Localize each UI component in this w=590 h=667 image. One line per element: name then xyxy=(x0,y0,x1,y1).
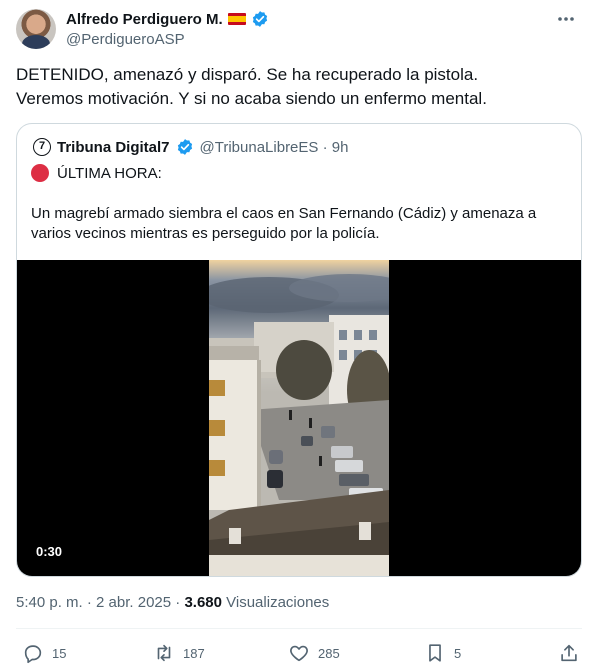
quoted-headline: ÚLTIMA HORA: xyxy=(57,164,162,182)
views-label: Visualizaciones xyxy=(221,594,330,611)
reply-icon xyxy=(24,645,42,664)
quoted-text-line: Un magrebí armado siembra el caos en San… xyxy=(31,205,537,222)
quoted-author-name: Tribuna Digital7 xyxy=(57,138,170,156)
quoted-tweet[interactable]: 7 Tribuna Digital7 @TribunaLibreES · 9h … xyxy=(16,123,582,577)
tweet: Alfredo Perdiguero M. @PerdigueroASP DET… xyxy=(0,0,590,667)
quoted-author-avatar: 7 xyxy=(33,138,51,156)
video-frame xyxy=(209,260,389,576)
views-count: 3.680 xyxy=(184,594,222,611)
video-thumbnail xyxy=(209,260,389,576)
reply-button[interactable]: 15 xyxy=(22,642,66,664)
quoted-tweet-text: Un magrebí armado siembra el caos en San… xyxy=(31,204,561,244)
heart-icon xyxy=(290,645,308,662)
share-button[interactable] xyxy=(558,642,580,664)
repost-count: 187 xyxy=(183,645,205,661)
spain-flag-icon xyxy=(227,13,246,25)
verified-badge-icon xyxy=(177,139,192,155)
bookmark-icon xyxy=(429,644,441,662)
tweet-text: DETENIDO, amenazó y disparó. Se ha recup… xyxy=(16,63,576,111)
author-name[interactable]: Alfredo Perdiguero M. xyxy=(66,11,223,28)
verified-badge-icon xyxy=(252,11,267,27)
bookmark-count: 5 xyxy=(454,645,462,661)
bookmark-button[interactable]: 5 xyxy=(424,642,461,664)
more-options-icon[interactable] xyxy=(556,10,576,28)
repost-button[interactable]: 187 xyxy=(153,642,205,664)
quoted-headline-row: ÚLTIMA HORA: xyxy=(31,164,162,182)
reply-count: 15 xyxy=(52,645,67,661)
video-player[interactable]: 0:30 xyxy=(17,260,581,576)
quoted-text-line: varios vecinos mientras es perseguido po… xyxy=(31,225,380,242)
timestamp[interactable]: 5:40 p. m. · 2 abr. 2025 · xyxy=(16,594,184,611)
divider xyxy=(16,628,582,629)
author-name-row: Alfredo Perdiguero M. xyxy=(66,10,269,28)
quoted-tweet-header: 7 Tribuna Digital7 @TribunaLibreES · 9h xyxy=(33,138,348,156)
tweet-text-line: Veremos motivación. Y si no acaba siendo… xyxy=(16,89,487,108)
quoted-author-handle: @TribunaLibreES · 9h xyxy=(199,138,349,156)
share-icon xyxy=(561,644,577,662)
video-duration: 0:30 xyxy=(31,543,68,560)
red-circle-icon xyxy=(31,164,49,182)
like-count: 285 xyxy=(318,645,340,661)
tweet-text-line: DETENIDO, amenazó y disparó. Se ha recup… xyxy=(16,65,479,84)
tweet-meta: 5:40 p. m. · 2 abr. 2025 · 3.680 Visuali… xyxy=(16,594,329,611)
action-bar: 15 187 285 5 xyxy=(0,640,590,667)
like-button[interactable]: 285 xyxy=(288,642,340,664)
repost-icon xyxy=(157,644,171,662)
author-avatar[interactable] xyxy=(16,9,56,49)
author-handle[interactable]: @PerdigueroASP xyxy=(66,31,185,48)
